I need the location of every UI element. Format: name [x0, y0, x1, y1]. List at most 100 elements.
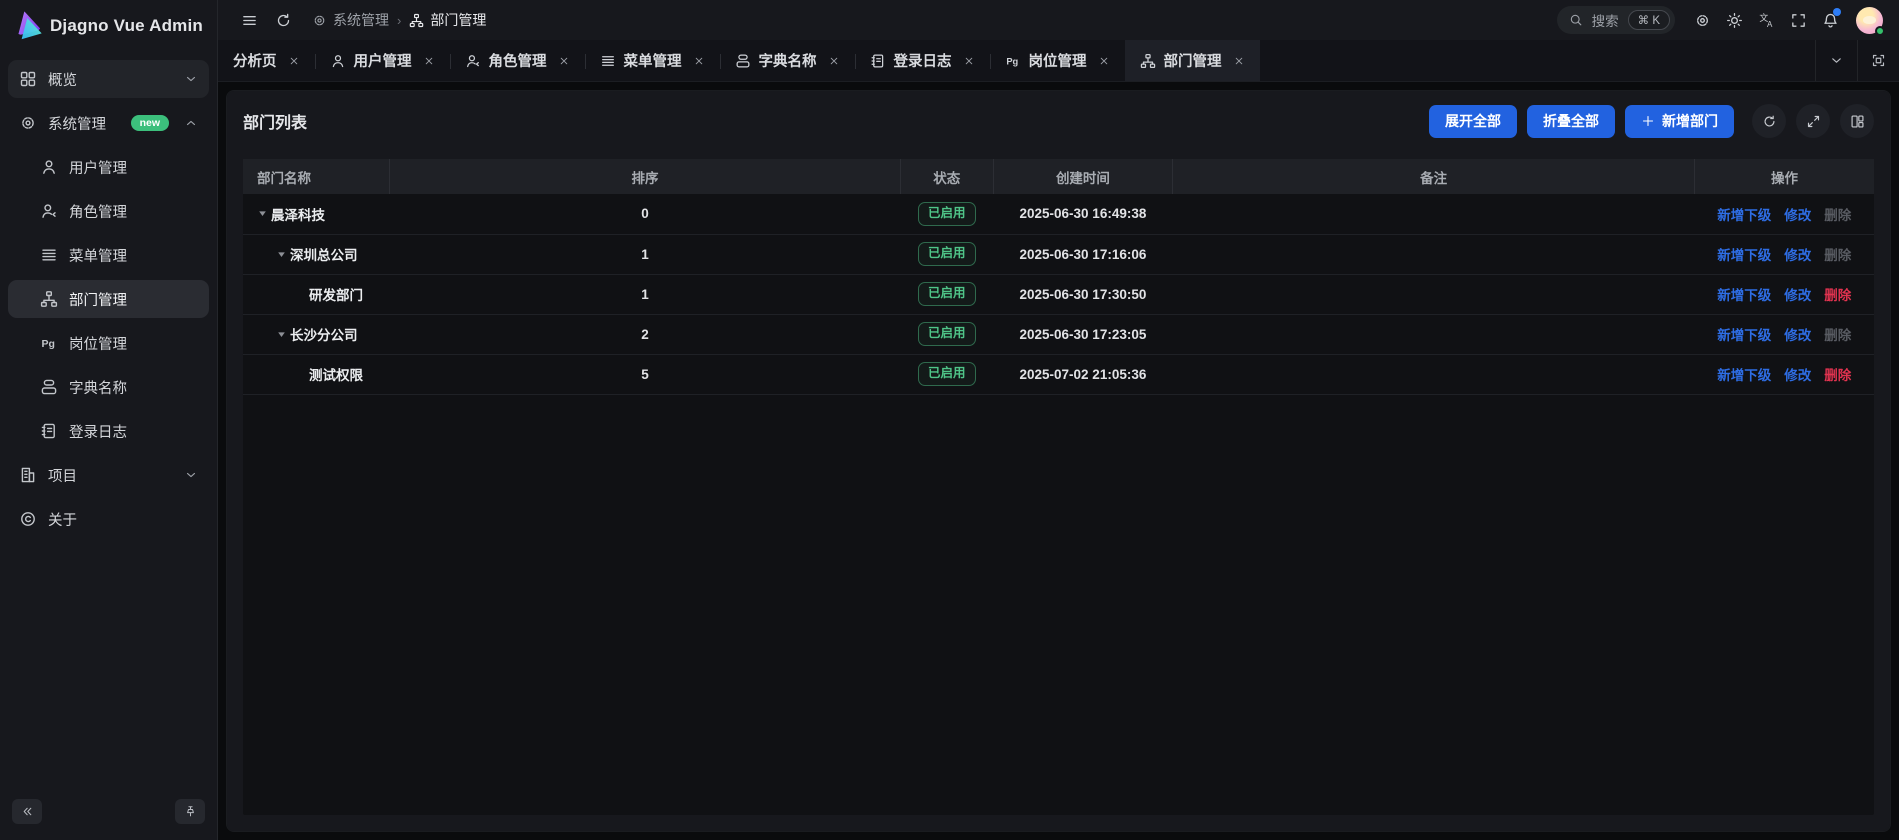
close-icon[interactable] — [423, 55, 435, 67]
close-icon[interactable] — [963, 55, 975, 67]
cell-sort: 5 — [390, 354, 901, 394]
close-icon[interactable] — [693, 55, 705, 67]
tab-posts[interactable]: Pg岗位管理 — [990, 40, 1125, 81]
department-name: 测试权限 — [309, 364, 363, 384]
tab-roles[interactable]: 角色管理 — [450, 40, 585, 81]
add-child-link[interactable]: 新增下级 — [1717, 244, 1771, 264]
close-icon[interactable] — [558, 55, 570, 67]
sidebar-item-label: 登录日志 — [69, 421, 127, 442]
online-status-dot — [1875, 26, 1885, 36]
add-department-button[interactable]: 新增部门 — [1625, 105, 1734, 138]
tab-users[interactable]: 用户管理 — [315, 40, 450, 81]
sidebar: Djagno Vue Admin 概览系统管理new用户管理角色管理菜单管理部门… — [0, 0, 218, 840]
tab-menus[interactable]: 菜单管理 — [585, 40, 720, 81]
collapse-icon — [21, 805, 34, 818]
breadcrumb-label: 系统管理 — [333, 10, 389, 30]
dict-icon — [40, 378, 58, 396]
chevron-down-icon — [184, 72, 198, 86]
cell-status: 已启用 — [900, 274, 993, 314]
chevron-up-icon — [184, 116, 198, 130]
sidebar-item-departments[interactable]: 部门管理 — [8, 280, 209, 318]
delete-link[interactable]: 删除 — [1824, 364, 1851, 384]
tab-departments[interactable]: 部门管理 — [1125, 40, 1260, 81]
sidebar-item-label: 关于 — [48, 509, 77, 530]
delete-link[interactable]: 删除 — [1824, 284, 1851, 304]
dashboard-icon — [19, 70, 37, 88]
close-icon[interactable] — [288, 55, 300, 67]
toggle-menu-button[interactable] — [234, 5, 264, 35]
sidebar-item-system[interactable]: 系统管理new — [8, 104, 209, 142]
tree-expand-toggle[interactable] — [272, 245, 290, 263]
cell-created-time: 2025-06-30 17:23:05 — [993, 314, 1172, 354]
refresh-table-button[interactable] — [1752, 104, 1786, 138]
edit-link[interactable]: 修改 — [1784, 324, 1811, 344]
sidebar-item-dict[interactable]: 字典名称 — [8, 368, 209, 406]
department-name: 研发部门 — [309, 284, 363, 304]
language-button[interactable]: 文A — [1751, 5, 1781, 35]
org-icon — [1140, 53, 1156, 69]
tree-expand-toggle[interactable] — [272, 325, 290, 343]
sidebar-item-login-logs[interactable]: 登录日志 — [8, 412, 209, 450]
pin-sidebar-button[interactable] — [175, 799, 205, 824]
tab-dict[interactable]: 字典名称 — [720, 40, 855, 81]
sidebar-item-posts[interactable]: Pg岗位管理 — [8, 324, 209, 362]
tree-expand-toggle[interactable] — [253, 205, 271, 223]
refresh-page-button[interactable] — [268, 5, 298, 35]
status-badge: 已启用 — [918, 322, 976, 346]
caret-down-icon — [276, 329, 287, 340]
sidebar-item-users[interactable]: 用户管理 — [8, 148, 209, 186]
close-icon[interactable] — [1233, 55, 1245, 67]
settings-button[interactable] — [1687, 5, 1717, 35]
department-name: 长沙分公司 — [290, 324, 358, 344]
theme-button[interactable] — [1719, 5, 1749, 35]
svg-text:Pg: Pg — [1006, 56, 1018, 66]
add-child-link[interactable]: 新增下级 — [1717, 364, 1771, 384]
sidebar-footer — [0, 792, 217, 840]
breadcrumb-item[interactable]: 系统管理 — [312, 10, 389, 30]
cell-department-name: 深圳总公司 — [243, 234, 390, 274]
topbar-right: 搜索 ⌘ K 文A — [1557, 5, 1883, 35]
breadcrumb-item[interactable]: 部门管理 — [409, 10, 486, 30]
add-child-link[interactable]: 新增下级 — [1717, 324, 1771, 344]
card-header: 部门列表 展开全部 折叠全部 新增部门 — [227, 91, 1890, 151]
sidebar-item-about[interactable]: 关于 — [8, 500, 209, 538]
table-header-row: 部门名称排序状态创建时间备注操作 — [243, 159, 1874, 194]
tree-indent — [253, 334, 272, 335]
search-placeholder: 搜索 — [1592, 10, 1619, 30]
sidebar-item-overview[interactable]: 概览 — [8, 60, 209, 98]
close-icon[interactable] — [828, 55, 840, 67]
sidebar-item-roles[interactable]: 角色管理 — [8, 192, 209, 230]
sidebar-item-project[interactable]: 项目 — [8, 456, 209, 494]
tab-label: 分析页 — [233, 50, 277, 71]
cell-remark — [1173, 234, 1695, 274]
add-child-link[interactable]: 新增下级 — [1717, 284, 1771, 304]
user-avatar[interactable] — [1856, 7, 1883, 34]
collapse-all-button[interactable]: 折叠全部 — [1527, 105, 1615, 138]
fullscreen-button[interactable] — [1783, 5, 1813, 35]
tabs-dropdown-button[interactable] — [1815, 40, 1857, 81]
tab-analysis[interactable]: 分析页 — [218, 40, 315, 81]
table-row: 测试权限5已启用2025-07-02 21:05:36新增下级修改删除 — [243, 354, 1874, 394]
edit-link[interactable]: 修改 — [1784, 244, 1811, 264]
search-input[interactable]: 搜索 ⌘ K — [1557, 6, 1675, 34]
tabs-maximize-button[interactable] — [1857, 40, 1899, 81]
collapse-sidebar-button[interactable] — [12, 799, 42, 824]
edit-link[interactable]: 修改 — [1784, 364, 1811, 384]
cell-remark — [1173, 194, 1695, 234]
add-child-link[interactable]: 新增下级 — [1717, 204, 1771, 224]
sidebar-item-label: 项目 — [48, 465, 77, 486]
chevron-down-icon — [1829, 53, 1844, 68]
expand-all-button[interactable]: 展开全部 — [1429, 105, 1517, 138]
tabbar-controls — [1815, 40, 1899, 81]
notifications-button[interactable] — [1815, 5, 1845, 35]
svg-text:Pg: Pg — [42, 338, 55, 350]
tab-label: 字典名称 — [759, 50, 817, 71]
edit-link[interactable]: 修改 — [1784, 284, 1811, 304]
edit-link[interactable]: 修改 — [1784, 204, 1811, 224]
table-columns-button[interactable] — [1840, 104, 1874, 138]
toolbar-icon-buttons — [1752, 104, 1874, 138]
table-fullscreen-button[interactable] — [1796, 104, 1830, 138]
sidebar-item-menus[interactable]: 菜单管理 — [8, 236, 209, 274]
tab-login-logs[interactable]: 登录日志 — [855, 40, 990, 81]
close-icon[interactable] — [1098, 55, 1110, 67]
